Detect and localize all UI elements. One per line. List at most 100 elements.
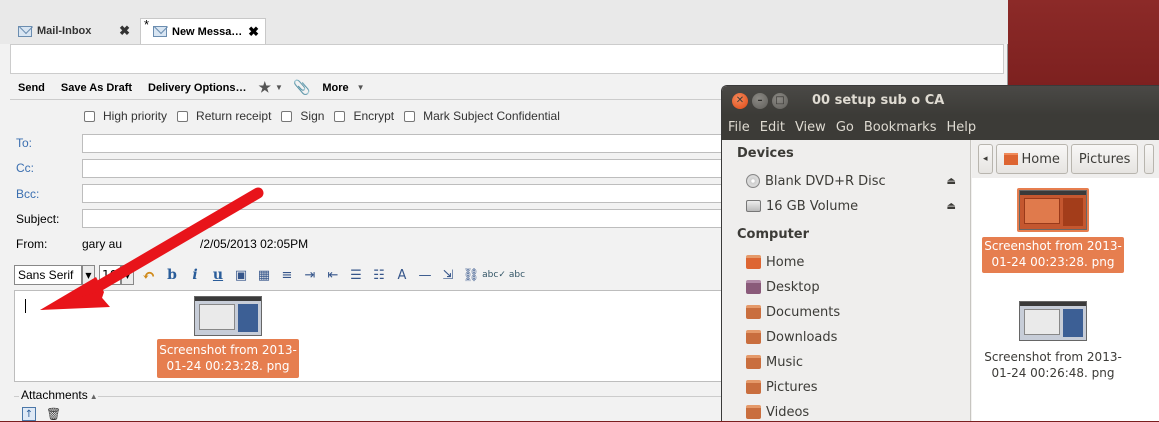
minimize-window-icon[interactable]: – (752, 92, 768, 109)
spellcheck-icon[interactable]: abc✓ (482, 266, 506, 284)
undo-icon[interactable]: ↶ (140, 266, 158, 285)
sidebar-item-downloads[interactable]: Downloads (746, 327, 837, 347)
window-titlebar[interactable]: ✕ – □ 00 setup sub o CA (722, 86, 1159, 115)
disc-icon (746, 174, 760, 188)
table-icon[interactable]: ▦ (255, 266, 273, 284)
dragged-file[interactable]: Screenshot from 2013-01-24 00:23:28. png (157, 296, 299, 378)
chevron-down-icon[interactable]: ▼ (82, 265, 95, 285)
menu-view[interactable]: View (790, 120, 831, 135)
eject-icon[interactable]: ⏏ (947, 201, 956, 212)
sidebar-item-documents[interactable]: Documents (746, 302, 840, 322)
window-title: 00 setup sub o CA (812, 93, 945, 108)
chevron-down-icon[interactable]: ▼ (357, 83, 371, 92)
star-icon[interactable]: ★ (254, 79, 275, 96)
close-icon[interactable]: ✖ (119, 23, 130, 39)
send-button[interactable]: Send (10, 82, 53, 94)
close-icon[interactable]: ✖ (248, 24, 259, 40)
font-color-icon[interactable]: A (393, 266, 411, 284)
path-more[interactable] (1144, 144, 1155, 174)
menu-file[interactable]: File (722, 120, 755, 135)
downloads-folder-icon (746, 330, 761, 344)
chevron-left-icon[interactable]: ◂ (978, 144, 993, 174)
paperclip-icon[interactable]: 📎 (289, 79, 314, 96)
align-icon[interactable]: ≡ (278, 266, 296, 284)
sidebar-item-desktop[interactable]: Desktop (746, 277, 820, 297)
numbered-list-icon[interactable]: ☷ (370, 266, 388, 284)
cc-label[interactable]: Cc: (16, 161, 34, 175)
sign-checkbox[interactable]: Sign (281, 109, 324, 123)
file-name: Screenshot from 2013-01-24 00:23:28. png (982, 237, 1124, 273)
places-sidebar: Devices Blank DVD+R Disc ⏏ 16 GB Volume … (722, 140, 971, 421)
drive-icon (746, 200, 761, 212)
envelope-icon (153, 26, 167, 37)
encrypt-checkbox[interactable]: Encrypt (334, 109, 394, 123)
indent-icon[interactable]: ⇥ (301, 266, 319, 284)
tab-new-message[interactable]: * New Messa… ✖ (140, 17, 266, 44)
font-size-select[interactable]: 10 (99, 265, 121, 285)
to-label[interactable]: To: (16, 136, 32, 150)
menu-edit[interactable]: Edit (755, 120, 790, 135)
sidebar-item-home[interactable]: Home (746, 252, 804, 272)
sidebar-item-dvd[interactable]: Blank DVD+R Disc ⏏ (746, 171, 966, 191)
link-icon[interactable]: ⛓ (462, 266, 480, 284)
music-folder-icon (746, 355, 761, 369)
documents-folder-icon (746, 305, 761, 319)
file-item[interactable]: Screenshot from 2013-01-24 00:23:28. png (982, 188, 1124, 273)
home-folder-icon (746, 255, 761, 269)
return-receipt-checkbox[interactable]: Return receipt (177, 109, 271, 123)
file-thumbnail (194, 296, 262, 336)
chevron-up-icon: ▲ (89, 392, 98, 401)
outdent-icon[interactable]: ⇤ (324, 266, 342, 284)
menu-bar: File Edit View Go Bookmarks Help (722, 115, 1159, 140)
videos-folder-icon (746, 405, 761, 419)
attachment-tools: ↑ 🗑 (22, 407, 61, 421)
bullet-list-icon[interactable]: ☰ (347, 266, 365, 284)
menu-help[interactable]: Help (941, 120, 981, 135)
tab-mail-inbox[interactable]: Mail-Inbox ✖ (14, 18, 136, 44)
close-window-icon[interactable]: ✕ (732, 92, 748, 109)
path-button-pictures[interactable]: Pictures (1070, 144, 1139, 174)
upload-icon[interactable]: ↑ (22, 407, 36, 421)
font-select[interactable]: Sans Serif (14, 265, 82, 285)
mark-confidential-checkbox[interactable]: Mark Subject Confidential (404, 109, 560, 123)
attachments-header[interactable]: Attachments ▲ (21, 388, 98, 402)
file-thumbnail (1019, 301, 1087, 341)
high-priority-checkbox[interactable]: High priority (84, 109, 167, 123)
insert-image-icon[interactable]: ▣ (232, 266, 250, 284)
horizontal-rule-icon[interactable]: — (416, 266, 434, 284)
envelope-icon (18, 25, 32, 37)
sidebar-item-pictures[interactable]: Pictures (746, 377, 817, 397)
bold-icon[interactable]: b (163, 266, 181, 284)
file-item[interactable]: Screenshot from 2013-01-24 00:26:48. png (982, 299, 1124, 384)
chevron-down-icon[interactable]: ▼ (121, 265, 134, 285)
path-button-home[interactable]: Home (995, 144, 1068, 174)
italic-icon[interactable]: i (186, 266, 204, 284)
more-button[interactable]: More (314, 82, 356, 94)
chevron-down-icon[interactable]: ▼ (275, 83, 289, 92)
file-name: Screenshot from 2013-01-24 00:26:48. png (984, 350, 1122, 380)
desktop-folder-icon (746, 280, 761, 294)
message-options: High priority Return receipt Sign Encryp… (84, 108, 570, 124)
save-as-draft-button[interactable]: Save As Draft (53, 82, 140, 94)
trash-icon[interactable]: 🗑 (46, 407, 61, 421)
computer-heading: Computer (737, 227, 810, 242)
sidebar-item-music[interactable]: Music (746, 352, 803, 372)
home-folder-icon (1003, 153, 1018, 165)
file-thumbnail (1019, 190, 1087, 230)
eject-icon[interactable]: ⏏ (947, 176, 956, 187)
delivery-options-button[interactable]: Delivery Options… (140, 82, 254, 94)
menu-go[interactable]: Go (831, 120, 859, 135)
sidebar-item-videos[interactable]: Videos (746, 402, 809, 421)
sidebar-item-usb-volume[interactable]: 16 GB Volume ⏏ (746, 196, 966, 216)
from-value: gary au/2/05/2013 02:05PM (82, 237, 308, 251)
spellcheck-options-icon[interactable]: abc (508, 266, 526, 284)
bcc-label[interactable]: Bcc: (16, 187, 39, 201)
maximize-window-icon[interactable]: □ (772, 92, 788, 109)
tab-label: Mail-Inbox (37, 25, 92, 37)
underline-icon[interactable]: u (209, 266, 227, 284)
insert-icon[interactable]: ⇲ (439, 266, 457, 284)
file-manager-window: ✕ – □ 00 setup sub o CA File Edit View G… (721, 85, 1159, 421)
menu-bookmarks[interactable]: Bookmarks (859, 120, 942, 135)
tab-bar: Mail-Inbox ✖ * New Messa… ✖ (0, 0, 1008, 44)
from-name: gary au (82, 237, 123, 251)
